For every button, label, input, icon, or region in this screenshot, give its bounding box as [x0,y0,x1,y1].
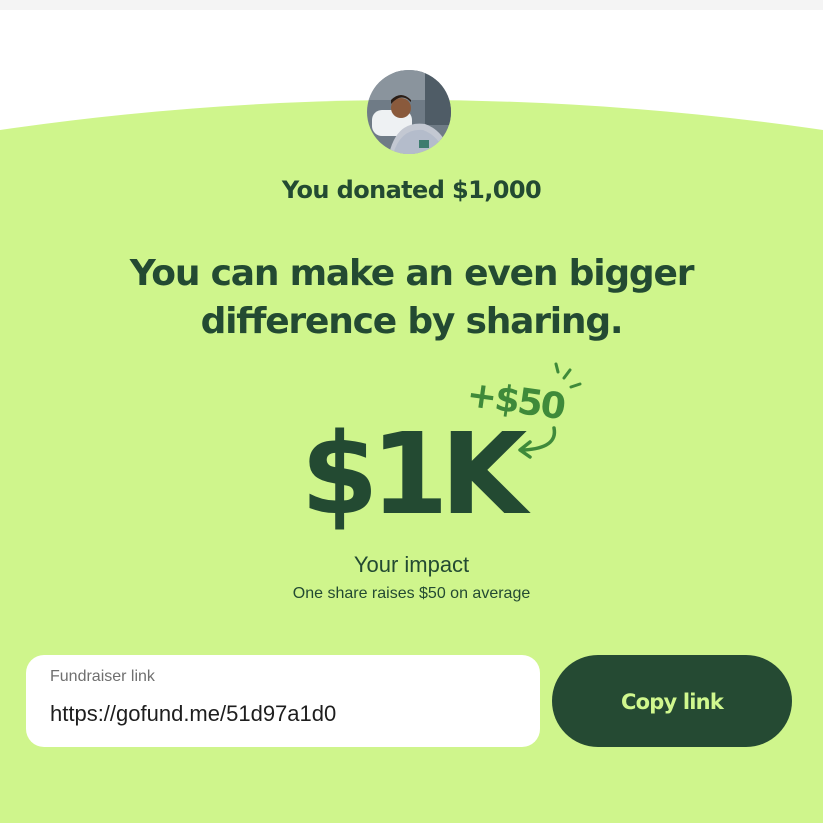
share-page: You donated $1,000 You can make an even … [0,0,823,823]
fundraiser-link-value[interactable]: https://gofund.me/51d97a1d0 [50,701,336,727]
fundraiser-link-label: Fundraiser link [50,668,155,685]
impact-label: Your impact [353,552,470,577]
share-headline-line-1: You can make an even bigger [129,253,695,294]
impact-subtext: One share raises $50 on average [292,585,531,602]
share-headline: You can make an even bigger difference b… [0,250,823,346]
copy-link-button[interactable]: Copy link [552,655,792,747]
donation-confirmation: You donated $1,000 [281,176,542,204]
fundraiser-link-field[interactable]: Fundraiser link https://gofund.me/51d97a… [26,655,540,747]
impact-amount: $1K [300,410,528,540]
share-headline-line-2: difference by sharing. [200,301,624,342]
person-photo-icon [367,70,451,154]
organizer-avatar [367,70,451,154]
